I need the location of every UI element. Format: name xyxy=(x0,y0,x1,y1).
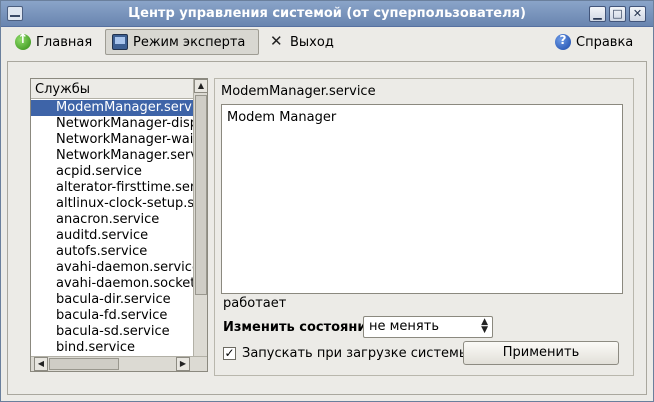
horizontal-scrollbar[interactable]: ◀ ▶ xyxy=(31,356,207,371)
help-button[interactable]: Справка xyxy=(549,29,639,55)
title-bar[interactable]: Центр управления системой (от суперпольз… xyxy=(1,1,653,27)
service-list-item[interactable]: acpid.service xyxy=(31,164,193,180)
services-list-items: ModemManager.serviceNetworkManager-dispa… xyxy=(31,100,193,356)
scroll-right-button[interactable]: ▶ xyxy=(176,357,190,371)
home-icon xyxy=(15,32,31,50)
exit-icon xyxy=(269,32,285,50)
service-description: Modem Manager xyxy=(221,104,623,294)
service-list-item[interactable]: auditd.service xyxy=(31,228,193,244)
apply-button[interactable]: Применить xyxy=(463,341,619,365)
service-list-item[interactable]: bacula-fd.service xyxy=(31,308,193,324)
service-list-item[interactable]: avahi-daemon.service xyxy=(31,260,193,276)
close-button[interactable]: ✕ xyxy=(629,6,646,22)
horizontal-scroll-thumb[interactable] xyxy=(49,358,119,370)
change-state-label: Изменить состояние: xyxy=(223,320,381,335)
home-button[interactable]: Главная xyxy=(9,29,98,55)
main-frame: Службы ModemManager.serviceNetworkManage… xyxy=(7,61,647,395)
service-list-item[interactable]: bind.service xyxy=(31,340,193,356)
scroll-left-button[interactable]: ◀ xyxy=(34,357,48,371)
scroll-up-button[interactable]: ▲ xyxy=(194,79,207,93)
main-window: Центр управления системой (от суперпольз… xyxy=(0,0,654,402)
spin-arrows-icon: ▲ ▼ xyxy=(481,317,488,335)
help-icon xyxy=(555,33,571,50)
service-name: ModemManager.service xyxy=(221,84,376,99)
service-details-panel: ModemManager.service Modem Manager работ… xyxy=(214,78,634,376)
help-label: Справка xyxy=(576,34,634,50)
service-list-item[interactable]: alterator-firsttime.service xyxy=(31,180,193,196)
service-list-item[interactable]: bacula-dir.service xyxy=(31,292,193,308)
window-menu-icon[interactable] xyxy=(7,6,23,21)
service-list-item[interactable]: NetworkManager.service xyxy=(31,148,193,164)
minimize-button[interactable]: ▁ xyxy=(589,6,606,22)
home-label: Главная xyxy=(36,34,93,50)
autostart-checkbox[interactable]: ✓ xyxy=(223,347,236,360)
services-list-header[interactable]: Службы xyxy=(31,79,193,99)
service-status: работает xyxy=(223,296,287,311)
exit-button[interactable]: Выход xyxy=(263,29,340,55)
service-list-item[interactable]: NetworkManager-wait-online.service xyxy=(31,132,193,148)
service-list-item[interactable]: anacron.service xyxy=(31,212,193,228)
vertical-scrollbar[interactable]: ▲ xyxy=(193,79,207,356)
exit-label: Выход xyxy=(290,34,334,50)
service-list-item[interactable]: bacula-sd.service xyxy=(31,324,193,340)
autostart-option[interactable]: ✓ Запускать при загрузке системы xyxy=(223,346,469,361)
change-state-value: не менять xyxy=(369,319,439,334)
vertical-scroll-thumb[interactable] xyxy=(195,95,207,295)
service-list-item[interactable]: NetworkManager-dispatcher.service xyxy=(31,116,193,132)
toolbar: Главная Режим эксперта Выход Справка xyxy=(1,28,653,58)
services-list[interactable]: Службы ModemManager.serviceNetworkManage… xyxy=(30,78,208,372)
monitor-icon xyxy=(112,34,128,50)
service-list-item[interactable]: autofs.service xyxy=(31,244,193,260)
expert-mode-button[interactable]: Режим эксперта xyxy=(105,29,259,55)
service-list-item[interactable]: ModemManager.service xyxy=(31,100,193,116)
window-title: Центр управления системой (от суперпольз… xyxy=(128,6,526,21)
service-list-item[interactable]: altlinux-clock-setup.service xyxy=(31,196,193,212)
expert-mode-label: Режим эксперта xyxy=(133,34,246,50)
autostart-label: Запускать при загрузке системы xyxy=(242,346,470,361)
service-list-item[interactable]: avahi-daemon.socket xyxy=(31,276,193,292)
change-state-select[interactable]: не менять ▲ ▼ xyxy=(363,316,493,338)
maximize-button[interactable]: □ xyxy=(609,6,626,22)
